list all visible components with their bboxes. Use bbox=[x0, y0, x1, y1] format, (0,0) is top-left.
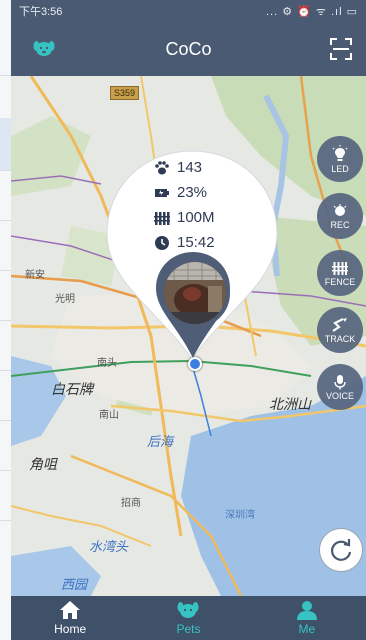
nav-home-label: Home bbox=[54, 622, 87, 636]
record-icon bbox=[333, 203, 347, 216]
pet-face-icon bbox=[177, 602, 199, 618]
pet-avatar[interactable] bbox=[160, 258, 230, 328]
paw-icon bbox=[155, 160, 169, 174]
phone-screen: 下午3:56 ... ⚙ ⏰ ᯤ .ıl ▭ CoCo S359 新安 光明 白… bbox=[11, 0, 366, 640]
rec-label: REC bbox=[330, 219, 350, 230]
status-bar: 下午3:56 ... ⚙ ⏰ ᯤ .ıl ▭ bbox=[11, 0, 366, 22]
pet-stats: 143 23% 100M 15:42 bbox=[154, 155, 274, 255]
map-label-tanzhao: 招商 bbox=[121, 498, 141, 509]
map-label-xixiang: 西园 bbox=[61, 577, 88, 592]
app-bar: CoCo bbox=[11, 22, 366, 76]
nav-pets[interactable]: Pets bbox=[143, 596, 233, 636]
bottom-navigation: Home Pets Me bbox=[11, 596, 366, 640]
nav-home[interactable]: Home bbox=[25, 596, 115, 636]
fence-action-icon bbox=[332, 261, 348, 275]
led-label: LED bbox=[331, 163, 349, 174]
nav-me-label: Me bbox=[298, 622, 316, 636]
scan-icon[interactable] bbox=[330, 38, 352, 60]
refresh-button[interactable] bbox=[319, 528, 363, 572]
rec-button[interactable]: REC bbox=[317, 193, 363, 239]
map-label-houhai: 后海 bbox=[147, 434, 174, 449]
app-title: CoCo bbox=[165, 38, 212, 59]
fence-icon bbox=[154, 211, 170, 225]
steps-value: 143 bbox=[177, 159, 203, 176]
map-label-nanshan: 南山 bbox=[99, 410, 119, 421]
pet-head-icon[interactable] bbox=[33, 38, 55, 58]
steps-row: 143 bbox=[154, 155, 274, 180]
refresh-icon bbox=[330, 539, 352, 561]
battery-row: 23% bbox=[154, 180, 274, 205]
track-icon bbox=[332, 317, 347, 332]
clock-icon bbox=[155, 235, 169, 250]
home-icon bbox=[60, 601, 81, 619]
fence-label: FENCE bbox=[324, 276, 356, 287]
status-time: 下午3:56 bbox=[19, 6, 63, 18]
route-badge: S359 bbox=[110, 86, 140, 100]
microphone-icon bbox=[334, 374, 346, 389]
user-icon bbox=[296, 601, 317, 620]
fence-button[interactable]: FENCE bbox=[317, 250, 363, 296]
voice-label: VOICE bbox=[325, 390, 354, 401]
led-button[interactable]: LED bbox=[317, 136, 363, 182]
nav-me[interactable]: Me bbox=[262, 596, 352, 636]
map-label-beizhou-shan: 北洲山 bbox=[269, 396, 311, 412]
track-label: TRACK bbox=[324, 333, 356, 344]
battery-icon bbox=[155, 188, 169, 197]
pet-photo-image bbox=[164, 262, 226, 324]
fence-row: 100M bbox=[154, 205, 274, 230]
current-location-dot bbox=[188, 357, 202, 371]
time-row: 15:42 bbox=[154, 230, 274, 255]
time-value: 15:42 bbox=[177, 234, 215, 251]
bulb-icon bbox=[332, 144, 348, 161]
map-label-shuiwan: 水湾头 bbox=[89, 539, 129, 554]
map-label-jiaozui: 角咀 bbox=[29, 456, 57, 472]
nav-pets-label: Pets bbox=[176, 622, 201, 636]
map-label-baishizhou: 白石牌 bbox=[51, 381, 93, 397]
map-label-shenzhen-bay: 深圳湾 bbox=[225, 510, 255, 521]
fence-value: 100M bbox=[177, 209, 215, 226]
voice-button[interactable]: VOICE bbox=[317, 364, 363, 410]
map-label-guangming: 光明 bbox=[55, 294, 75, 305]
battery-value: 23% bbox=[177, 184, 208, 201]
map-label-xinan: 新安 bbox=[25, 270, 45, 281]
track-button[interactable]: TRACK bbox=[317, 307, 363, 353]
status-icons: ... ⚙ ⏰ ᯤ .ıl ▭ bbox=[266, 5, 358, 18]
